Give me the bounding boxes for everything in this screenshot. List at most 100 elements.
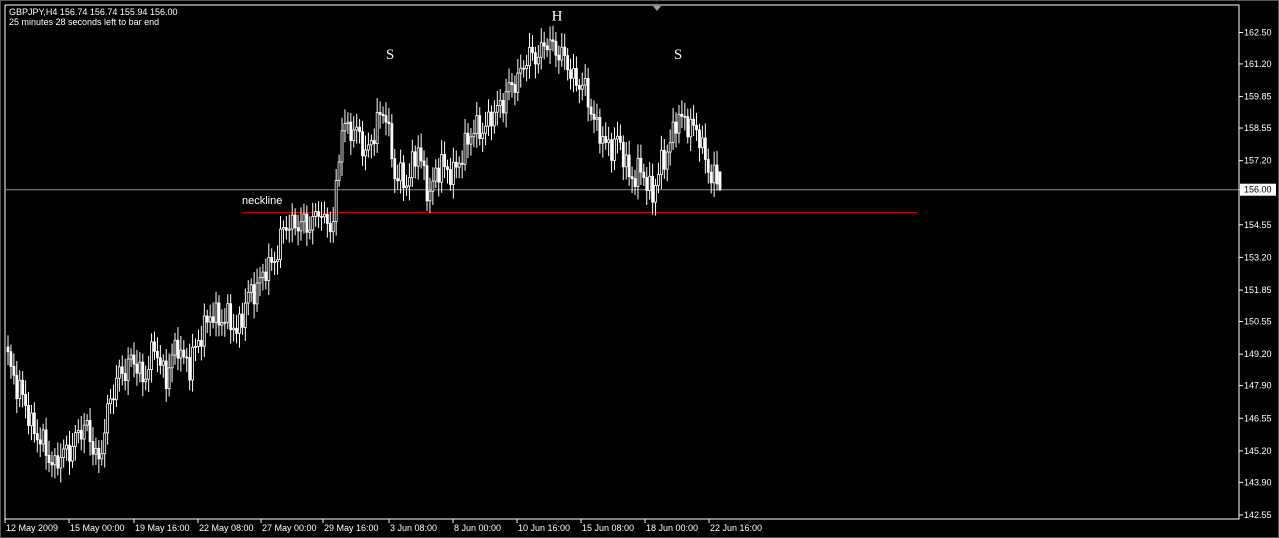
- candle-body: [197, 339, 200, 347]
- candle: [390, 114, 394, 168]
- candle-body: [249, 284, 253, 293]
- candle-body: [689, 118, 693, 138]
- candle-body: [434, 167, 438, 182]
- candle-body: [542, 42, 546, 47]
- candle-body: [478, 115, 482, 139]
- candle-body: [205, 315, 209, 323]
- candle: [542, 31, 546, 60]
- candle: [604, 122, 608, 150]
- candle-body: [703, 137, 707, 160]
- x-tick-label: 18 Jun 00:00: [646, 523, 698, 533]
- candle-body: [129, 354, 133, 360]
- candle-body: [346, 121, 350, 124]
- candle-body: [59, 457, 63, 469]
- candle: [132, 342, 136, 378]
- candle: [577, 78, 581, 104]
- candle-body: [352, 129, 356, 141]
- candle-body: [246, 291, 250, 304]
- candle: [73, 425, 77, 461]
- candle-body: [598, 117, 602, 144]
- candle-body: [308, 229, 312, 233]
- candle-body: [580, 84, 584, 90]
- candle: [126, 347, 130, 396]
- candle: [79, 415, 83, 451]
- candle: [534, 46, 537, 79]
- candle-body: [240, 313, 244, 328]
- candle: [273, 251, 277, 276]
- candle-body: [191, 346, 194, 381]
- candle-body: [472, 133, 476, 138]
- candle-body: [141, 361, 145, 383]
- candle: [598, 108, 602, 154]
- candle-body: [475, 115, 479, 134]
- candle: [648, 161, 652, 200]
- candle: [235, 314, 238, 344]
- candle: [243, 288, 247, 341]
- candle-body: [15, 374, 19, 400]
- candle: [364, 135, 367, 171]
- candle: [449, 157, 452, 191]
- candle: [601, 126, 605, 158]
- candle: [659, 135, 663, 190]
- candle: [199, 325, 203, 361]
- candle-body: [642, 171, 646, 178]
- candle: [305, 205, 309, 246]
- candle-body: [572, 68, 575, 79]
- candle: [671, 107, 675, 150]
- candle-body: [484, 125, 487, 134]
- x-tick-label: 22 May 08:00: [199, 523, 254, 533]
- candle-body: [208, 316, 212, 323]
- candle: [513, 75, 517, 106]
- candle: [498, 89, 502, 118]
- candle: [466, 122, 470, 159]
- candle-body: [226, 303, 230, 323]
- candle-body: [416, 147, 420, 167]
- candle-body: [618, 135, 622, 143]
- candle-body: [311, 216, 315, 231]
- candle-body: [645, 177, 649, 191]
- candle-body: [610, 139, 613, 161]
- price-chart[interactable]: 162.50 161.20 159.85 158.55 157.20 154.55 153.…: [1, 1, 1279, 538]
- candle-body: [375, 112, 379, 144]
- candle-body: [161, 360, 165, 366]
- candle-body: [654, 184, 657, 203]
- candle-body: [47, 454, 51, 463]
- candle: [208, 304, 212, 337]
- candle-body: [428, 190, 432, 202]
- x-tick-label: 15 Jun 08:00: [582, 523, 634, 533]
- plot-frame: [4, 4, 1240, 520]
- candle: [337, 154, 341, 187]
- candle-body: [560, 46, 564, 61]
- candle: [65, 435, 68, 461]
- candle: [340, 117, 344, 176]
- candle: [147, 355, 151, 393]
- candle: [410, 139, 414, 188]
- candle: [150, 333, 153, 383]
- candle-body: [296, 227, 300, 232]
- candle: [15, 361, 19, 414]
- candle-body: [706, 159, 710, 173]
- candle: [384, 102, 388, 136]
- candle-body: [284, 227, 288, 231]
- candle-body: [384, 115, 388, 123]
- candle-body: [604, 136, 608, 143]
- candle: [718, 171, 722, 192]
- candle: [510, 72, 514, 98]
- candle: [97, 440, 101, 474]
- candle: [94, 437, 98, 465]
- candle-body: [106, 403, 110, 434]
- y-tick-label: 149.20: [1244, 349, 1272, 359]
- candle-body: [194, 345, 197, 348]
- candle-body: [419, 147, 423, 162]
- candle: [85, 414, 89, 432]
- candle-body: [349, 121, 353, 141]
- candle: [153, 331, 156, 360]
- candle-body: [276, 259, 279, 263]
- candle-body: [211, 316, 215, 323]
- candle: [674, 112, 678, 148]
- candle-body: [677, 113, 681, 134]
- candle-body: [633, 178, 637, 187]
- candle: [355, 113, 359, 144]
- candle: [545, 38, 549, 58]
- candle-body: [41, 429, 45, 445]
